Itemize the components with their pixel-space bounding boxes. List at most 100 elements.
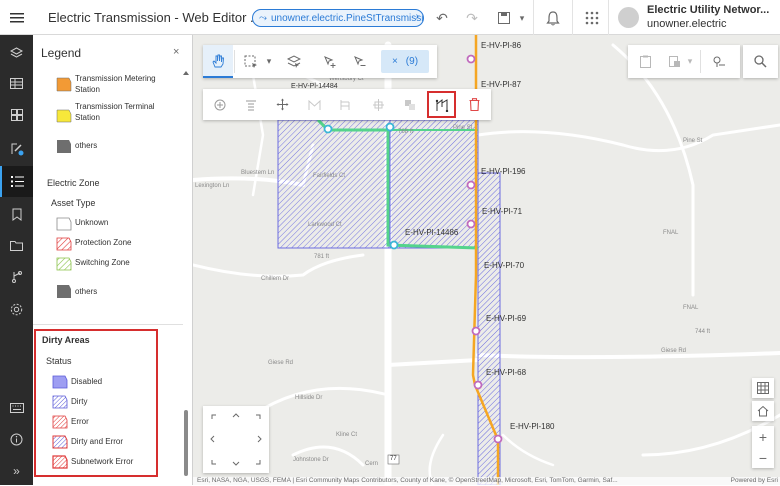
street-label: Hillside Dr (295, 395, 323, 401)
redo-icon[interactable]: ↷ (462, 8, 482, 28)
zoom-out-icon[interactable]: − (759, 450, 767, 466)
version-name: unowner.electric.PineStTransmission (271, 12, 424, 24)
user-sub: unowner.electric (647, 18, 727, 30)
legend-item-unknown: Unknown (75, 218, 109, 227)
pole-label: E-HV-Pl-70 (484, 261, 525, 270)
street-label: Pine St (453, 125, 473, 131)
zoom-in-icon[interactable]: + (759, 429, 767, 445)
undo-icon[interactable]: ↶ (432, 8, 452, 28)
legend-icon[interactable] (0, 166, 33, 197)
copy-features-icon[interactable] (395, 89, 425, 120)
home-icon[interactable] (752, 401, 774, 421)
street-label: Chillem Dr (261, 276, 290, 282)
save-dropdown-icon[interactable]: ▾ (512, 8, 532, 28)
close-icon[interactable]: × (173, 46, 179, 58)
left-nav: » (0, 35, 33, 485)
route-shield: 77 (390, 456, 397, 462)
layers-icon[interactable] (0, 37, 33, 68)
street-label: Fairfields Ct (313, 173, 346, 179)
move-icon[interactable] (267, 89, 297, 120)
locate-pin-icon[interactable] (704, 45, 734, 78)
legend-item-zone-others: others (75, 287, 98, 296)
pole-label: E-HV-Pl-71 (482, 207, 523, 216)
trace-network-icon[interactable] (427, 91, 456, 118)
chevron-down-icon[interactable]: ▾ (682, 45, 698, 78)
app-header: Electric Transmission - Web Editor ... ⤳… (0, 0, 780, 35)
search-icon[interactable] (745, 45, 775, 78)
selection-toolbar: ▾ × (9) (203, 45, 437, 78)
legend-item-terminal: Transmission Terminal Station (75, 102, 155, 122)
trash-icon[interactable] (459, 89, 489, 120)
apps-grid-icon[interactable] (582, 8, 602, 28)
attributes-icon[interactable] (236, 89, 266, 120)
street-label: Giese Rd (268, 360, 294, 366)
user-name[interactable]: Electric Utility Networ... (647, 4, 769, 16)
split-icon[interactable] (330, 89, 360, 120)
pole-label: E-HV-Pl-14486 (405, 228, 459, 237)
add-feature-icon[interactable] (205, 89, 235, 120)
elevation-label: 768 ft (398, 129, 414, 135)
clear-selection-icon[interactable]: × (392, 56, 398, 67)
table-icon[interactable] (0, 68, 33, 99)
street-label: Kline Ct (336, 432, 358, 438)
selection-count: (9) (405, 56, 419, 67)
legend-scrollbar[interactable] (184, 410, 188, 476)
clipboard-icon[interactable] (630, 45, 660, 78)
user-avatar-icon[interactable] (618, 7, 639, 28)
reshape-icon[interactable] (299, 89, 329, 120)
map-nav-widget[interactable] (203, 406, 269, 473)
legend-item-others: others (75, 141, 98, 150)
street-label: Johnstone Dr (293, 457, 329, 463)
expand-icon[interactable]: » (0, 455, 33, 486)
info-icon[interactable] (0, 424, 33, 455)
dirty-areas-highlight (34, 329, 158, 477)
attribution-text: Esri, NASA, NGA, USGS, FEMA | Esri Commu… (197, 477, 618, 484)
add-to-selection-icon[interactable] (315, 45, 345, 78)
pole-label: E-HV-Pl-180 (510, 422, 555, 431)
pole-label: E-HV-Pl-87 (481, 80, 522, 89)
merge-icon[interactable] (363, 89, 393, 120)
map-tools-toolbar: ▾ (628, 45, 740, 78)
street-label: Larkwood Ct (308, 222, 342, 228)
settings-icon[interactable] (0, 294, 33, 325)
keyboard-icon[interactable] (0, 392, 33, 423)
chevron-right-icon: › (415, 11, 419, 22)
map-view[interactable]: E-HV-Pl-86 E-HV-Pl-87 E-HV-Pl-196 E-HV-P… (193, 35, 780, 485)
search-toolbar (743, 45, 778, 78)
save-icon[interactable] (494, 8, 514, 28)
version-selector[interactable]: ⤳ unowner.electric.PineStTransmission › (252, 9, 424, 27)
street-label: Cern (365, 461, 379, 467)
street-label: FNAL (663, 230, 679, 236)
app-title: Electric Transmission - Web Editor ... (48, 10, 261, 25)
elevation-label: 781 ft (314, 254, 330, 260)
legend-section-electric-zone: Electric Zone (47, 178, 100, 188)
legend-title: Legend (41, 46, 82, 60)
map-attribution: Esri, NASA, NGA, USGS, FEMA | Esri Commu… (193, 477, 780, 485)
bell-icon[interactable] (543, 8, 563, 28)
street-label: Pine St (683, 138, 703, 144)
bookmark-icon[interactable] (0, 199, 33, 230)
trace-icon[interactable] (0, 261, 33, 292)
street-label: FNAL (683, 305, 699, 311)
selection-count-chip[interactable]: × (9) (381, 50, 429, 73)
pan-hand-icon[interactable] (203, 45, 233, 78)
pole-label: E-HV-Pl-68 (486, 368, 527, 377)
street-label: Lexington Ln (195, 183, 230, 189)
powered-by-esri[interactable]: Powered by Esri (731, 477, 778, 485)
street-label: Bluestem Ln (241, 170, 275, 176)
pole-label: E-HV-Pl-196 (481, 167, 526, 176)
edit-toolbar (203, 89, 491, 120)
folder-icon[interactable] (0, 230, 33, 261)
editor-icon[interactable] (0, 133, 33, 164)
hamburger-icon[interactable] (0, 0, 33, 35)
pole-label: E-HV-Pl-86 (481, 41, 522, 50)
basemap-grid-icon[interactable] (752, 378, 774, 398)
select-by-attribute-icon[interactable] (279, 45, 309, 78)
remove-from-selection-icon[interactable] (345, 45, 375, 78)
dashboard-icon[interactable] (0, 99, 33, 130)
zoom-controls: + − (752, 426, 774, 468)
legend-subsection-asset-type: Asset Type (51, 198, 96, 208)
legend-item-switching-zone: Switching Zone (75, 258, 130, 267)
legend-item-metering: Transmission Metering Station (75, 74, 156, 94)
chevron-down-icon[interactable]: ▾ (261, 45, 277, 78)
